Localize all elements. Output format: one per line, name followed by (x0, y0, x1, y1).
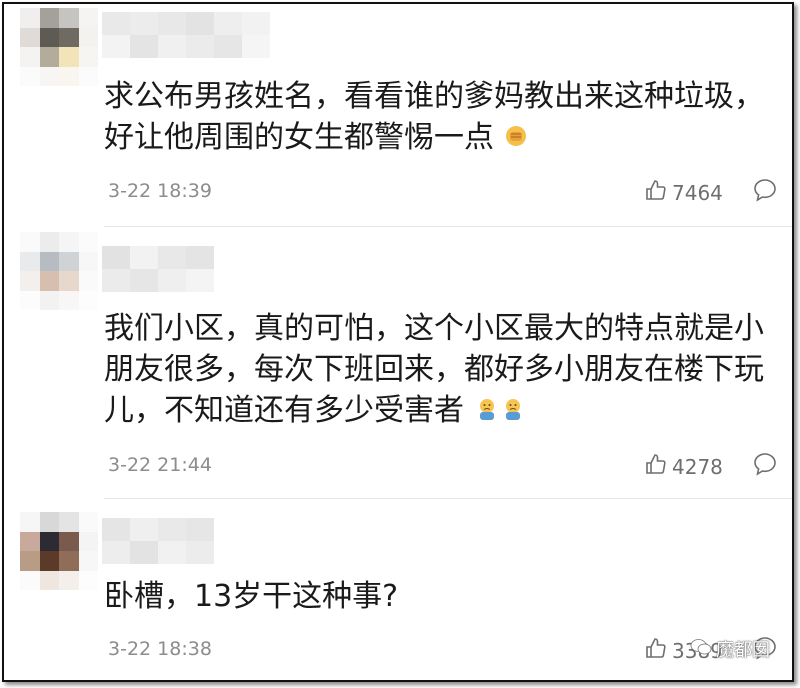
username[interactable] (102, 12, 270, 58)
wechat-icon (690, 638, 712, 661)
comment-list: 求公布男孩姓名，看看谁的爹妈教出来这种垃圾，好让他周围的女生都警惕一点 3-22… (2, 2, 794, 682)
comment-text: 求公布男孩姓名，看看谁的爹妈教出来这种垃圾，好让他周围的女生都警惕一点 (104, 76, 784, 159)
comment-bubble-icon[interactable] (752, 451, 778, 481)
thumbs-up-icon (644, 636, 668, 665)
comment-item: 求公布男孩姓名，看看谁的爹妈教出来这种垃圾，好让他周围的女生都警惕一点 3-22… (4, 4, 792, 226)
like-count: 7464 (672, 180, 723, 205)
comment-bubble-icon[interactable] (752, 177, 778, 207)
sad-emoji (474, 391, 500, 432)
like-button[interactable]: 7464 (644, 178, 723, 207)
watermark-text: 魔都囡 (716, 640, 770, 661)
comment-time: 3-22 18:39 (108, 180, 212, 202)
comment-text: 我们小区，真的可怕，这个小区最大的特点就是小朋友很多，每次下班回来，都好多小朋友… (104, 308, 784, 432)
comment-time: 3-22 21:44 (108, 454, 212, 476)
sad-emoji (500, 391, 526, 432)
username[interactable] (102, 246, 214, 292)
thumbs-up-icon (644, 452, 668, 481)
watermark: 魔都囡 (690, 636, 770, 662)
avatar[interactable] (20, 8, 98, 86)
username[interactable] (102, 518, 214, 564)
avatar[interactable] (20, 232, 98, 310)
avatar[interactable] (20, 512, 98, 590)
thumbs-up-icon (644, 178, 668, 207)
like-button[interactable]: 4278 (644, 452, 723, 481)
comment-text: 卧槽，13岁干这种事? (104, 579, 399, 614)
comment-item: 我们小区，真的可怕，这个小区最大的特点就是小朋友很多，每次下班回来，都好多小朋友… (4, 226, 792, 498)
comment-time: 3-22 18:38 (108, 638, 212, 660)
fist-emoji (504, 118, 528, 159)
like-count: 4278 (672, 454, 723, 479)
comment-item: 卧槽，13岁干这种事? 3-22 18:38 3389 (4, 498, 792, 684)
